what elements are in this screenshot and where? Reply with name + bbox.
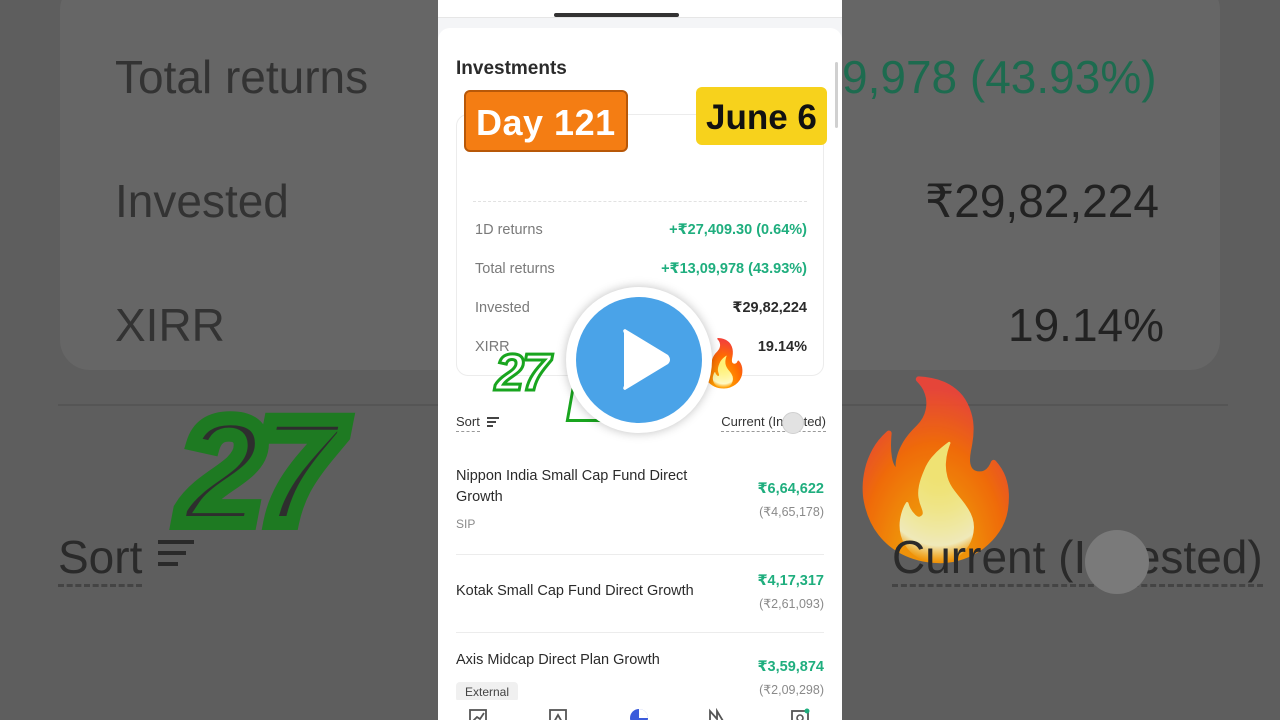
fund-current-value: ₹6,64,622 <box>757 481 824 497</box>
summary-label: Invested <box>475 300 530 316</box>
play-button-circle[interactable] <box>576 297 702 423</box>
section-title: Investments <box>456 58 567 79</box>
fund-name: Axis Midcap Direct Plan Growth <box>456 652 660 668</box>
fund-row[interactable]: Kotak Small Cap Fund Direct Growth ₹4,17… <box>456 554 824 633</box>
bg-current-label: Current (Invested) <box>892 530 1263 587</box>
profile-icon[interactable] <box>790 708 810 720</box>
bottom-nav <box>438 700 842 720</box>
bg-toggle-knob <box>1085 530 1149 594</box>
bg-streak-number: 27 <box>173 380 348 562</box>
bg-total-returns-value: 9,978 (43.93%) <box>842 51 1157 103</box>
summary-divider <box>473 201 807 203</box>
sort-button[interactable]: Sort <box>456 414 480 432</box>
play-icon <box>623 329 670 390</box>
scrollbar[interactable] <box>835 62 838 128</box>
active-tab-indicator <box>554 13 679 17</box>
dashboard-icon[interactable] <box>548 708 568 720</box>
fund-name: Nippon India Small Cap Fund Direct Growt… <box>456 468 688 505</box>
fund-invested-value: (₹2,09,298) <box>759 683 824 697</box>
fund-tag: SIP <box>456 517 476 531</box>
summary-label: Total returns <box>475 261 555 277</box>
current-invested-toggle[interactable]: Current (Invested) <box>721 414 826 432</box>
streak-number: 27 <box>494 343 553 404</box>
toggle-knob[interactable] <box>782 412 804 434</box>
summary-value: 19.14% <box>757 339 807 355</box>
fund-current-value: ₹4,17,317 <box>757 573 824 589</box>
summary-label: 1D returns <box>475 222 543 238</box>
bg-sort-label: Sort <box>58 530 143 587</box>
play-button[interactable] <box>566 287 712 433</box>
explore-icon[interactable] <box>468 708 488 720</box>
fund-name: Kotak Small Cap Fund Direct Growth <box>456 583 694 599</box>
top-tab-bar <box>438 0 842 18</box>
date-badge: June 6 <box>696 87 827 145</box>
fund-invested-value: (₹2,61,093) <box>759 597 824 611</box>
summary-value: ₹29,82,224 <box>732 300 807 316</box>
sort-icon[interactable] <box>487 417 499 427</box>
bg-invested-value: ₹29,82,224 <box>925 175 1159 227</box>
summary-value: +₹27,409.30 (0.64%) <box>669 222 807 238</box>
stocks-icon[interactable] <box>708 708 728 720</box>
fund-current-value: ₹3,59,874 <box>757 659 824 675</box>
bg-xirr-label: XIRR <box>115 299 225 351</box>
bg-sort-icon <box>158 540 194 566</box>
portfolio-pie-icon[interactable] <box>629 708 649 720</box>
fund-tag: External <box>456 682 519 702</box>
summary-value: +₹13,09,978 (43.93%) <box>661 261 807 277</box>
fund-invested-value: (₹4,65,178) <box>759 505 824 519</box>
bg-xirr-value: 19.14% <box>1008 299 1165 351</box>
bg-invested-label: Invested <box>115 175 289 227</box>
bg-total-returns-label: Total returns <box>115 51 369 103</box>
fund-row[interactable]: Nippon India Small Cap Fund Direct Growt… <box>456 464 824 555</box>
day-badge: Day 121 <box>464 90 628 152</box>
